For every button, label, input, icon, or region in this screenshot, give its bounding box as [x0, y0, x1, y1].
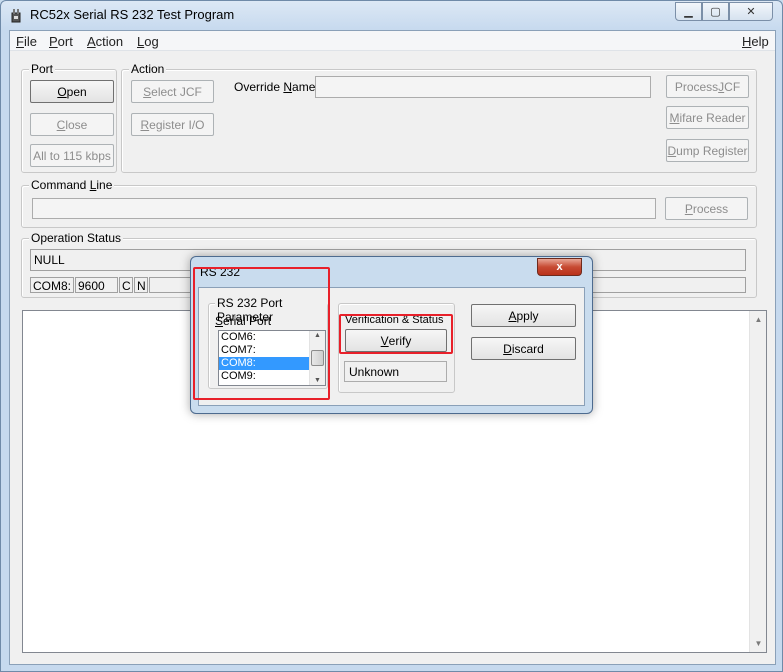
- scroll-thumb[interactable]: [311, 350, 324, 366]
- process-jcf-button[interactable]: Process J CF: [666, 75, 749, 98]
- serial-port-list[interactable]: COM6: COM7: COM8: COM9: ▲ ▼: [218, 330, 326, 386]
- process-button[interactable]: Process: [665, 197, 748, 220]
- verification-status-field: Unknown: [344, 361, 447, 382]
- menu-log[interactable]: Log: [137, 34, 159, 49]
- status-baud: 9600: [78, 279, 105, 293]
- status-port-cell: COM8:: [30, 277, 74, 293]
- maximize-button[interactable]: ▢: [702, 2, 729, 21]
- close-port-button[interactable]: Close: [30, 113, 114, 136]
- close-button[interactable]: ✕: [729, 2, 773, 21]
- override-name-input[interactable]: [315, 76, 651, 98]
- port-group-label: Port: [29, 62, 56, 76]
- maximize-icon: ▢: [710, 6, 721, 18]
- operation-status-label: Operation Status: [29, 231, 124, 245]
- serial-port-label: Serial Port: [215, 314, 272, 328]
- status-flag2: N: [137, 279, 146, 293]
- command-line-label: Command Line: [29, 178, 115, 192]
- log-scrollbar[interactable]: ▲ ▼: [749, 311, 766, 652]
- menu-help[interactable]: Help: [742, 34, 769, 49]
- menu-bar: File Port Action Log Help: [10, 31, 775, 51]
- verify-button[interactable]: Verify: [345, 329, 447, 352]
- mifare-reader-button[interactable]: Mifare Reader: [666, 106, 749, 129]
- rs232-dialog: RS 232 x RS 232 Port Parameter Serial Po…: [190, 256, 593, 414]
- app-icon: [11, 9, 21, 23]
- status-flag1-cell: C: [119, 277, 133, 293]
- verification-label: Verification & Status: [343, 313, 446, 327]
- dump-register-button[interactable]: Dump Register: [666, 139, 749, 162]
- status-port: COM8:: [33, 279, 72, 293]
- open-button[interactable]: Open: [30, 80, 114, 103]
- action-group-label: Action: [129, 62, 167, 76]
- close-icon: x: [556, 261, 563, 273]
- scroll-up-icon[interactable]: ▲: [750, 311, 767, 328]
- dialog-title: RS 232: [200, 265, 241, 279]
- discard-button[interactable]: Discard: [471, 337, 576, 360]
- register-io-button[interactable]: Register I/O: [131, 113, 214, 136]
- select-jcf-button[interactable]: Select JCF: [131, 80, 214, 103]
- scroll-up-icon[interactable]: ▲: [310, 332, 325, 339]
- all-to-115-kbps-button[interactable]: All to 115 kbps: [30, 144, 114, 167]
- minimize-icon: ▁: [684, 6, 693, 18]
- window-title: RC52x Serial RS 232 Test Program: [30, 7, 235, 22]
- close-icon: ✕: [746, 6, 756, 18]
- menu-port[interactable]: Port: [49, 34, 73, 49]
- command-line-input[interactable]: [32, 198, 656, 219]
- override-name-label: Override Name:: [234, 80, 319, 94]
- title-bar[interactable]: RC52x Serial RS 232 Test Program ▁ ▢ ✕: [1, 1, 782, 29]
- status-flag2-cell: N: [134, 277, 148, 293]
- menu-action[interactable]: Action: [87, 34, 123, 49]
- dialog-close-button[interactable]: x: [537, 258, 582, 276]
- status-baud-cell: 9600: [75, 277, 118, 293]
- menu-file[interactable]: File: [16, 34, 37, 49]
- scroll-down-icon[interactable]: ▼: [310, 377, 325, 384]
- list-scrollbar[interactable]: ▲ ▼: [309, 331, 325, 385]
- apply-button[interactable]: Apply: [471, 304, 576, 327]
- minimize-button[interactable]: ▁: [675, 2, 702, 21]
- status-flag1: C: [122, 279, 131, 293]
- scroll-down-icon[interactable]: ▼: [750, 635, 767, 652]
- status-text: NULL: [34, 253, 65, 267]
